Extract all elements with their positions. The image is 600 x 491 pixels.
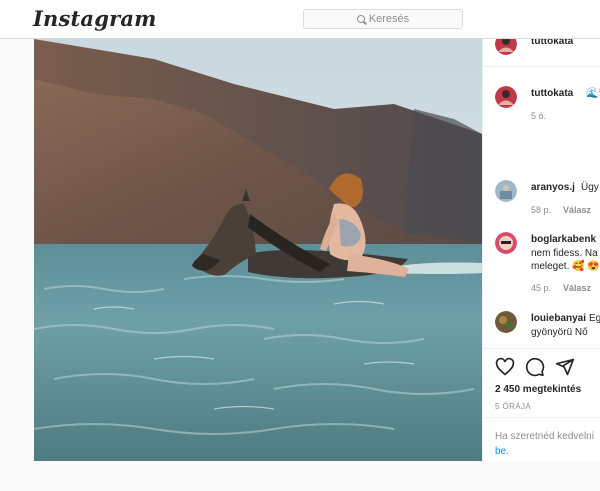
author-username[interactable]: tuttokata: [531, 39, 573, 47]
caption-time[interactable]: 5 ó.: [531, 111, 546, 121]
comment-text-continued: meleget. 🥰 😍: [531, 261, 600, 272]
comment-avatar[interactable]: [495, 232, 517, 254]
comment-text: Eg: [589, 313, 600, 324]
comment-avatar[interactable]: [495, 311, 517, 333]
search-input[interactable]: Keresés: [303, 9, 463, 29]
comment-time[interactable]: 58 p.: [531, 205, 551, 215]
comment-text: Ügy: [581, 182, 599, 193]
view-count[interactable]: 2 450 megtekintés: [495, 384, 581, 395]
post-timestamp: 5 ÓRÁJA: [495, 402, 532, 411]
comment-text-continued: gyönyörü Nő: [531, 327, 588, 338]
comment-username[interactable]: aranyos.j: [531, 182, 575, 193]
comment-text: nem fidess. Na: [531, 248, 598, 259]
comment-time[interactable]: 45 p.: [531, 283, 551, 293]
reply-button[interactable]: Válasz: [563, 205, 591, 215]
comments-panel: tuttokata tuttokata 🌊🐎 5 ó. aranyos.j Üg…: [482, 39, 600, 461]
login-divider: [483, 417, 600, 418]
header-divider: [483, 66, 600, 67]
heart-icon[interactable]: [495, 357, 515, 377]
post-video[interactable]: [34, 39, 482, 461]
login-link[interactable]: be.: [495, 446, 509, 457]
video-frame-image: [34, 39, 482, 461]
login-prompt: Ha szeretnéd kedvelni be.: [495, 429, 594, 459]
comment-icon[interactable]: [525, 357, 545, 377]
caption-avatar[interactable]: [495, 86, 517, 108]
search-placeholder: Keresés: [368, 13, 410, 25]
comment-avatar[interactable]: [495, 180, 517, 202]
author-avatar[interactable]: [495, 39, 517, 55]
search-icon: [356, 15, 365, 23]
actions-divider: [483, 348, 600, 349]
instagram-logo[interactable]: Instagram: [33, 6, 157, 31]
caption-username[interactable]: tuttokata: [531, 88, 573, 99]
login-prompt-text: Ha szeretnéd kedvelni: [495, 431, 594, 442]
caption-text: 🌊🐎: [586, 88, 600, 99]
comment-username[interactable]: louiebanyai: [531, 313, 586, 324]
top-nav-bar: Instagram Keresés: [0, 0, 600, 39]
comment-username[interactable]: boglarkabenk: [531, 234, 596, 245]
share-icon[interactable]: [555, 357, 575, 377]
reply-button[interactable]: Válasz: [563, 283, 591, 293]
